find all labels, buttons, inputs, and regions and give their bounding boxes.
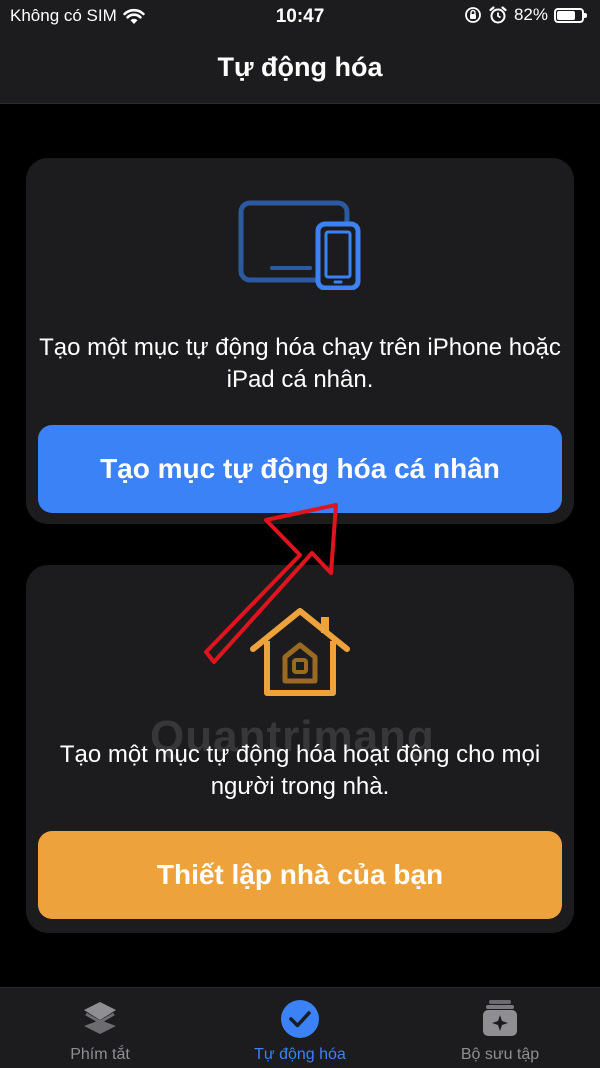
card-icon-wrap bbox=[26, 200, 574, 290]
home-automation-card: Tạo một mục tự động hóa hoạt động cho mọ… bbox=[26, 565, 574, 933]
personal-automation-card: Tạo một mục tự động hóa chạy trên iPhone… bbox=[26, 158, 574, 524]
status-indicators: 82% bbox=[464, 5, 587, 25]
devices-icon bbox=[238, 200, 361, 290]
tab-automation[interactable]: Tự động hóa bbox=[200, 988, 400, 1068]
home-icon bbox=[250, 608, 350, 696]
alarm-icon bbox=[489, 6, 507, 24]
checkmark-clock-icon bbox=[281, 1000, 319, 1038]
tab-icon-wrap bbox=[200, 998, 400, 1040]
orientation-lock-icon bbox=[465, 7, 481, 23]
tab-icon-wrap bbox=[400, 998, 600, 1038]
home-description: Tạo một mục tự động hóa hoạt động cho mọ… bbox=[59, 741, 541, 800]
battery-percent: 82% bbox=[513, 5, 548, 24]
navigation-bar: Tự động hóa bbox=[0, 36, 600, 104]
gallery-sparkle-icon bbox=[483, 1000, 517, 1036]
tab-label: Tự động hóa bbox=[254, 1046, 346, 1063]
tab-label: Bộ sưu tập bbox=[460, 1046, 540, 1063]
battery-icon bbox=[554, 7, 587, 23]
create-personal-automation-button[interactable]: Tạo mục tự động hóa cá nhân bbox=[38, 425, 562, 513]
tab-icon-wrap bbox=[0, 998, 200, 1038]
personal-description: Tạo một mục tự động hóa chạy trên iPhone… bbox=[39, 334, 561, 393]
status-bar: Không có SIM 10:47 82% bbox=[0, 0, 600, 36]
tab-shortcuts[interactable]: Phím tắt bbox=[0, 988, 200, 1068]
card-icon-wrap bbox=[26, 605, 574, 699]
page-title: Tự động hóa bbox=[217, 52, 383, 82]
tab-bar: Phím tắt Tự động hóa Bộ sưu tập bbox=[0, 987, 600, 1068]
tab-label: Phím tắt bbox=[70, 1046, 130, 1063]
layers-icon bbox=[84, 1002, 116, 1034]
tab-gallery[interactable]: Bộ sưu tập bbox=[400, 988, 600, 1068]
setup-home-button[interactable]: Thiết lập nhà của bạn bbox=[38, 831, 562, 919]
